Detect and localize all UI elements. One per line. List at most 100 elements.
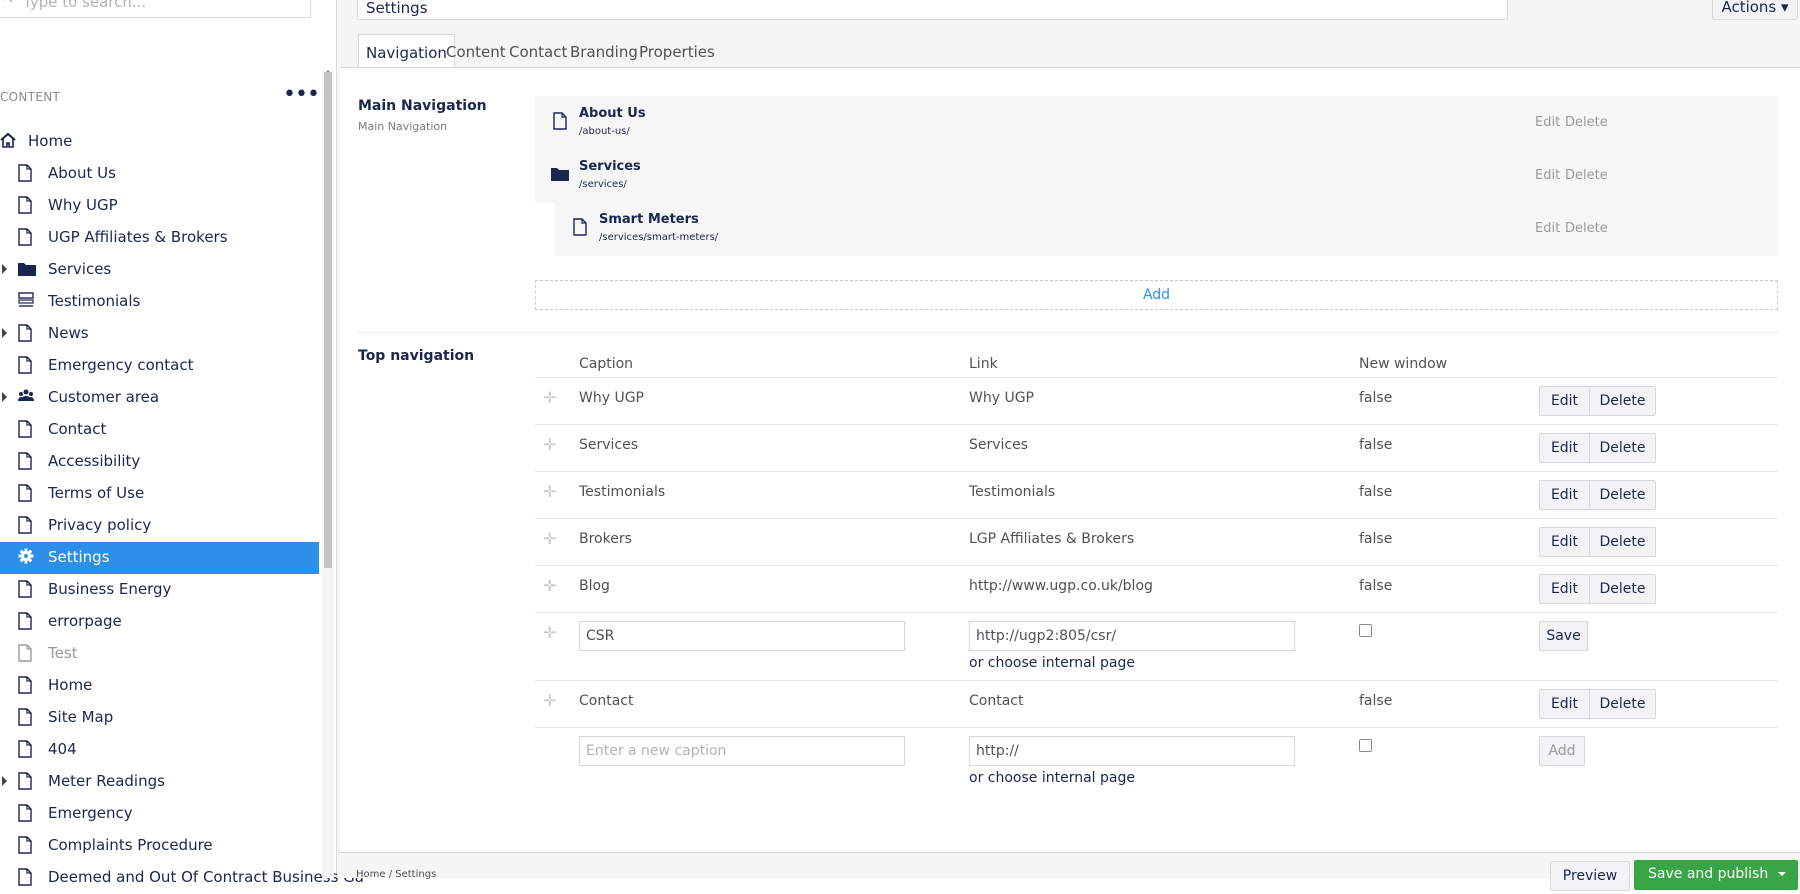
row-delete-button[interactable]: Delete [1589,386,1656,416]
sidebar-item-news[interactable]: News [0,318,319,350]
row-delete-button[interactable]: Delete [1589,527,1656,557]
document-icon [18,420,34,440]
save-row-button[interactable]: Save [1539,621,1588,651]
sidebar-scrollbar[interactable] [322,70,334,878]
caption-edit-input[interactable]: CSR [579,621,905,651]
save-and-publish-label: Save and publish [1648,866,1769,882]
nav-item-delete-link[interactable]: Delete [1565,221,1608,236]
expand-arrow-icon[interactable] [2,776,7,786]
drag-handle-icon[interactable]: ✛ [543,482,556,501]
row-edit-button[interactable]: Edit [1539,433,1590,463]
drag-handle-icon[interactable]: ✛ [543,623,556,642]
drag-handle-icon[interactable]: ✛ [543,388,556,407]
sidebar-item-label: Contact [48,420,107,438]
sidebar-item-settings[interactable]: Settings [0,542,319,574]
sidebar-item-deemed-and-out-of-contract-business-ga[interactable]: Deemed and Out Of Contract Business Ga [0,862,364,894]
row-delete-button[interactable]: Delete [1589,689,1656,719]
sidebar-item-privacy-policy[interactable]: Privacy policy [0,510,319,542]
sidebar-item-404[interactable]: 404 [0,734,319,766]
scrollbar-thumb[interactable] [324,72,332,568]
nav-item-delete-link[interactable]: Delete [1565,168,1608,183]
sidebar-item-site-map[interactable]: Site Map [0,702,319,734]
drag-handle-icon[interactable]: ✛ [543,529,556,548]
add-row-button[interactable]: Add [1539,736,1585,766]
new-link-input[interactable]: http:// [969,736,1295,766]
sidebar-item-label: Why UGP [48,196,118,214]
more-options-button[interactable]: ••• [283,82,320,107]
add-navigation-item-button[interactable]: Add [535,280,1778,310]
sidebar-item-terms-of-use[interactable]: Terms of Use [0,478,319,510]
row-delete-button[interactable]: Delete [1589,480,1656,510]
sidebar-item-services[interactable]: Services [0,254,319,286]
sidebar-item-testimonials[interactable]: Testimonials [0,286,319,318]
sidebar-item-label: Testimonials [48,292,141,310]
sidebar-item-business-energy[interactable]: Business Energy [0,574,319,606]
table-header: Caption Link New window [535,346,1778,378]
tab-properties[interactable]: Properties [632,34,722,68]
table-row-new: Enter a new caption http:// or choose in… [535,728,1778,788]
actions-button[interactable]: Actions ▾ [1712,0,1798,20]
drag-handle-icon[interactable]: ✛ [543,576,556,595]
sidebar-item-customer-area[interactable]: Customer area [0,382,319,414]
sidebar-item-meter-readings[interactable]: Meter Readings [0,766,319,798]
sidebar-item-emergency[interactable]: Emergency [0,798,319,830]
document-icon [18,644,34,664]
row-delete-button[interactable]: Delete [1589,433,1656,463]
search-icon [3,0,13,3]
drag-handle-icon[interactable]: ✛ [543,691,556,710]
choose-internal-page-link[interactable]: or choose internal page [969,655,1135,671]
row-edit-button[interactable]: Edit [1539,527,1590,557]
expand-arrow-icon[interactable] [2,328,7,338]
sidebar-item-home[interactable]: Home [0,126,319,158]
sidebar-item-complaints-procedure[interactable]: Complaints Procedure [0,830,319,862]
nav-item-name: About Us [579,106,646,121]
nav-item-name: Smart Meters [599,212,699,227]
expand-arrow-icon[interactable] [2,264,7,274]
expand-arrow-icon[interactable] [2,392,7,402]
document-icon [18,612,34,632]
row-edit-button[interactable]: Edit [1539,480,1590,510]
nav-item-smart-meters[interactable]: Smart Meters /services/smart-meters/ Edi… [555,202,1778,256]
row-edit-button[interactable]: Edit [1539,689,1590,719]
choose-internal-page-link[interactable]: or choose internal page [969,770,1135,786]
nav-item-delete-link[interactable]: Delete [1565,115,1608,130]
new-window-checkbox[interactable] [1359,624,1372,637]
document-icon [18,164,34,184]
sidebar-item-contact[interactable]: Contact [0,414,319,446]
table-row: ✛ Contact Contact false Edit Delete [535,681,1778,728]
nav-item-edit-link[interactable]: Edit [1535,115,1560,130]
navigation-panel: Main Navigation Main Navigation About Us… [340,67,1800,853]
link-edit-input[interactable]: http://ugp2:805/csr/ [969,621,1295,651]
nav-item-edit-link[interactable]: Edit [1535,168,1560,183]
sidebar-item-home[interactable]: Home [0,670,319,702]
row-edit-button[interactable]: Edit [1539,386,1590,416]
sidebar-item-emergency-contact[interactable]: Emergency contact [0,350,319,382]
node-name-input[interactable]: Settings [357,0,1508,20]
sidebar-item-ugp-affiliates-brokers[interactable]: UGP Affiliates & Brokers [0,222,319,254]
main-navigation-description: Main Navigation [358,120,448,133]
sidebar-item-why-ugp[interactable]: Why UGP [0,190,319,222]
editor-main: Settings Actions ▾ Navigation Content Co… [338,0,1800,891]
column-header-caption: Caption [579,356,634,372]
drag-handle-icon[interactable]: ✛ [543,435,556,454]
breadcrumb[interactable]: Home / Settings [356,869,436,880]
row-edit-button[interactable]: Edit [1539,574,1590,604]
sidebar-item-errorpage[interactable]: errorpage [0,606,319,638]
top-navigation-table: Caption Link New window ✛ Why UGP Why UGP f… [535,346,1778,788]
row-delete-button[interactable]: Delete [1589,574,1656,604]
row-link: Services [969,437,1029,453]
document-icon [18,196,34,216]
sidebar-item-test[interactable]: Test [0,638,319,670]
chevron-down-icon[interactable] [1778,872,1786,876]
sidebar-item-accessibility[interactable]: Accessibility [0,446,319,478]
sidebar-item-about-us[interactable]: About Us [0,158,319,190]
new-window-checkbox[interactable] [1359,739,1372,752]
folder-icon [18,260,36,280]
save-and-publish-button[interactable]: Save and publish [1634,860,1798,890]
nav-item-services[interactable]: Services /services/ Edit Delete [535,149,1778,203]
search-input[interactable]: Type to search... [0,0,311,18]
new-caption-input[interactable]: Enter a new caption [579,736,905,766]
preview-button[interactable]: Preview [1550,861,1630,891]
nav-item-about-us[interactable]: About Us /about-us/ Edit Delete [535,96,1778,150]
nav-item-edit-link[interactable]: Edit [1535,221,1560,236]
